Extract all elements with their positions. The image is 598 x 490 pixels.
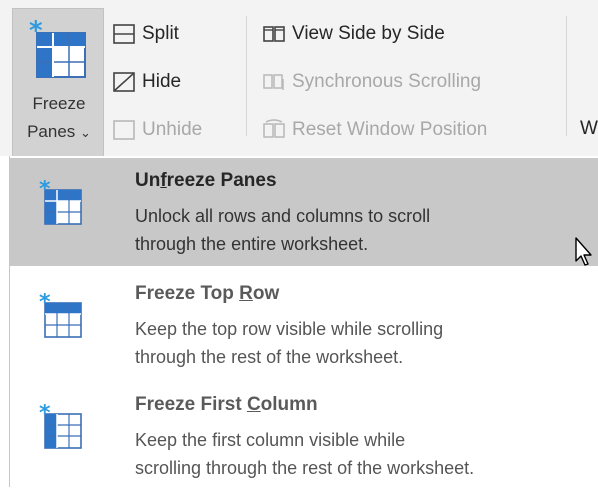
svg-text:*: * [39, 404, 51, 426]
description-line: Keep the first column visible while [135, 430, 406, 450]
split-button[interactable]: Split [112, 22, 179, 46]
svg-text:*: * [29, 19, 43, 46]
title-text: ow [252, 283, 280, 304]
menu-item-description: Keep the first column visible while scro… [135, 426, 595, 482]
svg-text:*: * [39, 293, 51, 315]
view-side-by-side-button[interactable]: View Side by Side [262, 22, 445, 46]
unhide-icon [113, 120, 135, 140]
split-icon [113, 24, 135, 44]
title-text: reeze Panes [166, 170, 277, 191]
mouse-cursor-icon [575, 237, 592, 266]
title-text: Freeze First [135, 394, 247, 415]
unhide-label: Unhide [142, 119, 203, 140]
side-by-side-icon [263, 26, 285, 42]
freeze-panes-label-line1: Freeze [32, 94, 86, 113]
menu-item-freeze-top-row[interactable]: * Freeze Top Row Keep the top row visibl… [10, 271, 598, 379]
access-key: C [246, 394, 261, 415]
menu-item-title: Freeze First Column [135, 394, 318, 416]
description-line: Unlock all rows and columns to scroll [135, 206, 431, 226]
access-key: R [239, 283, 253, 304]
synchronous-scrolling-icon [263, 74, 284, 90]
unhide-button[interactable]: Unhide [112, 118, 202, 142]
reset-window-position-label: Reset Window Position [292, 119, 488, 140]
ribbon-separator [566, 16, 567, 136]
hide-button[interactable]: Hide [112, 70, 181, 94]
ribbon-separator [246, 16, 247, 136]
freeze-first-column-icon: * [39, 404, 82, 449]
truncated-ribbon-label: W [580, 118, 598, 139]
freeze-panes-dropdown-menu: * Unfreeze Panes Unlock all rows and col… [9, 156, 598, 487]
ribbon-view-tab: * Freeze Panes ⌄ Split Hide Unhide View … [0, 0, 598, 156]
synchronous-scrolling-label: Synchronous Scrolling [292, 71, 482, 92]
menu-item-unfreeze-panes[interactable]: * Unfreeze Panes Unlock all rows and col… [10, 158, 598, 266]
hide-icon [113, 72, 135, 92]
freeze-top-row-icon: * [39, 293, 82, 338]
menu-item-description: Unlock all rows and columns to scroll th… [135, 202, 595, 258]
menu-item-description: Keep the top row visible while scrolling… [135, 315, 595, 371]
description-line: Keep the top row visible while scrolling [135, 319, 444, 339]
description-line: scrolling through the rest of the worksh… [135, 458, 475, 478]
freeze-panes-label-text: Panes [27, 122, 76, 141]
split-label: Split [142, 23, 179, 44]
description-line: through the rest of the worksheet. [135, 347, 404, 367]
title-text: olumn [260, 394, 318, 415]
description-line: through the entire worksheet. [135, 234, 369, 254]
synchronous-scrolling-button[interactable]: Synchronous Scrolling [262, 70, 481, 94]
freeze-panes-icon: * [29, 19, 86, 78]
view-side-by-side-label: View Side by Side [292, 23, 445, 44]
unfreeze-panes-icon: * [39, 180, 82, 225]
freeze-panes-button[interactable]: * Freeze Panes ⌄ [12, 8, 104, 156]
chevron-down-icon: ⌄ [80, 125, 91, 140]
freeze-panes-label-line2: Panes ⌄ [13, 122, 105, 142]
menu-item-title: Freeze Top Row [135, 283, 279, 305]
menu-item-title: Unfreeze Panes [135, 170, 277, 192]
hide-label: Hide [142, 71, 182, 92]
svg-text:*: * [39, 180, 51, 202]
title-text: Un [135, 170, 161, 191]
reset-window-position-icon [263, 119, 285, 138]
reset-window-position-button[interactable]: Reset Window Position [262, 118, 487, 142]
menu-item-freeze-first-column[interactable]: * Freeze First Column Keep the first col… [10, 382, 598, 490]
title-text: Freeze Top [135, 283, 240, 304]
